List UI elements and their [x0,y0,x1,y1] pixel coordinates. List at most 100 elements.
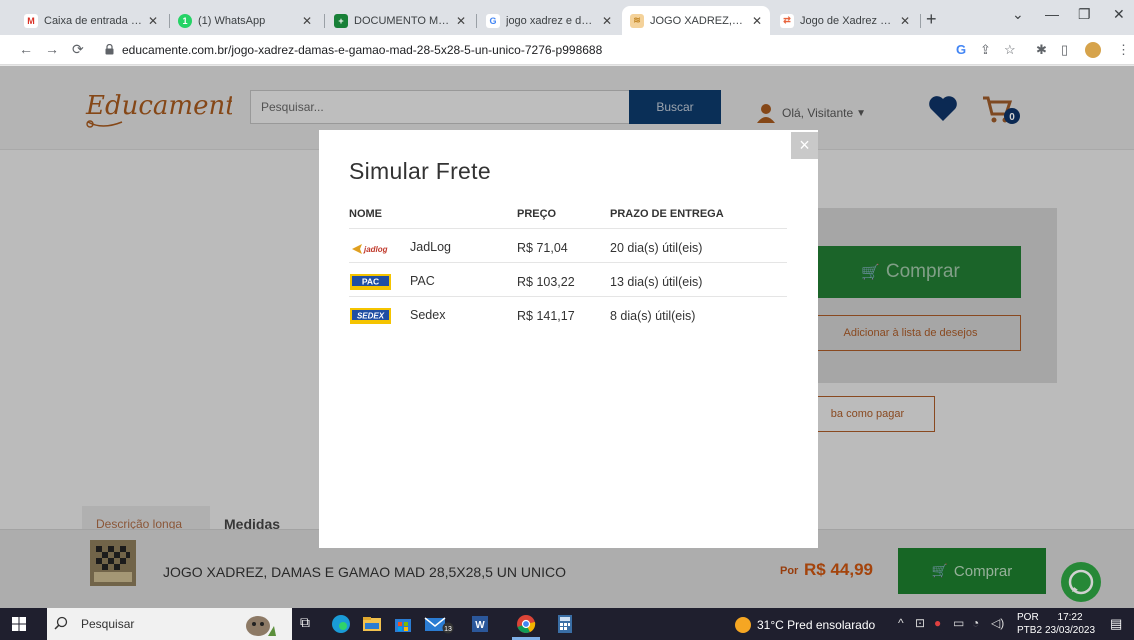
edge-icon[interactable] [331,614,351,634]
pac-logo: PAC [350,274,391,290]
weather-text: 31°C Pred ensolarado [757,618,876,632]
jadlog-logo: jadlog [350,241,391,257]
table-divider [349,262,787,263]
shipping-simulation-modal: Simular Frete NOME PREÇO PRAZO DE ENTREG… [319,130,818,548]
google-icon: G [486,13,500,28]
weather-widget[interactable]: 31°C Pred ensolarado [735,617,875,633]
tray-antivirus-icon[interactable]: ● [934,616,941,630]
carrier-name: PAC [410,274,435,288]
tab-close-icon[interactable]: ✕ [900,14,910,28]
tab-close-icon[interactable]: ✕ [602,14,612,28]
url-field[interactable]: educamente.com.br/jogo-xadrez-damas-e-ga… [122,43,602,57]
browser-menu-icon[interactable]: ⋮ [1117,42,1130,58]
weather-sun-icon [735,617,751,633]
tab-label: Caixa de entrada (3.01 [44,14,142,27]
task-view-icon[interactable]: ⧉ [300,614,320,634]
side-panel-icon[interactable]: ▯ [1061,42,1068,58]
google-lens-icon[interactable]: G [956,42,966,57]
volume-icon[interactable]: ◁) [991,616,1004,630]
chrome-icon[interactable] [516,614,536,634]
docs-plus-icon: + [334,13,348,28]
tray-app-icon[interactable]: ⊡ [915,616,925,630]
browser-tab-educamente[interactable]: ≋ JOGO XADREZ, DAMA ✕ [622,6,770,35]
mail-icon[interactable]: 13 [424,614,454,634]
browser-tab-strip: M Caixa de entrada (3.01 ✕ 1 (1) WhatsAp… [0,0,1134,35]
column-header-deadline: PRAZO DE ENTREGA [610,208,724,220]
language-indicator[interactable]: POR PTB2 [1017,611,1042,637]
share-icon[interactable]: ⇪ [980,42,991,58]
tray-chevron-up-icon[interactable]: ^ [898,616,904,630]
tab-separator [920,14,921,28]
clock-time: 17:22 [1057,612,1083,623]
modal-close-button[interactable]: × [791,132,818,159]
lock-icon[interactable] [105,44,114,55]
gmail-icon: M [24,13,38,28]
svg-text:SEDEX: SEDEX [357,312,385,321]
windows-start-icon[interactable] [12,617,26,631]
windows-taskbar: Pesquisar ⧉ 13 W 31°C Pred ensolarado ^ … [0,608,1134,640]
shipping-price: R$ 71,04 [517,241,568,255]
close-window-icon[interactable]: ✕ [1113,6,1125,23]
tab-close-icon[interactable]: ✕ [302,14,312,28]
whatsapp-icon: 1 [178,13,192,28]
tab-label: Jogo de Xadrez Dama [800,14,894,27]
clock[interactable]: 17:22 23/03/2023 [1045,611,1095,637]
new-tab-icon[interactable]: + [926,9,937,30]
minimize-icon[interactable]: — [1045,6,1059,22]
keyboard-layout: PTB2 [1017,625,1043,636]
column-header-price: PREÇO [517,208,557,220]
calculator-icon[interactable] [555,614,575,634]
word-icon[interactable]: W [470,614,490,634]
svg-text:W: W [475,620,485,631]
address-bar: ← → ⟳ educamente.com.br/jogo-xadrez-dama… [0,35,1134,65]
modal-title: Simular Frete [349,158,491,184]
mail-badge: 13 [444,626,452,633]
store-icon[interactable] [393,614,413,634]
search-highlight-icon [246,616,276,636]
sedex-logo: SEDEX [350,308,391,324]
tab-search-chevron-icon[interactable]: ⌄ [1012,6,1024,23]
file-explorer-icon[interactable] [362,614,382,634]
website-viewport: Educamente Pesquisar... Buscar Olá, Visi… [0,66,1134,608]
tab-label: JOGO XADREZ, DAMA [650,14,746,27]
delivery-deadline: 20 dia(s) útil(eis) [610,241,703,255]
tab-close-icon[interactable]: ✕ [752,14,762,28]
browser-tab-docs[interactable]: + DOCUMENTO MAPA I ✕ [326,6,474,35]
extensions-icon[interactable]: ✱ [1036,42,1047,58]
clock-date: 23/03/2023 [1045,625,1096,636]
forward-icon[interactable]: → [45,41,59,57]
language-code: POR [1017,612,1039,623]
restore-icon[interactable]: ❐ [1078,6,1091,23]
wifi-icon[interactable]: ◔ [972,616,979,630]
browser-tab-google[interactable]: G jogo xadrez e dama - ✕ [478,6,620,35]
delivery-deadline: 13 dia(s) útil(eis) [610,275,703,289]
browser-tab-whatsapp[interactable]: 1 (1) WhatsApp ✕ [170,6,320,35]
svg-text:jadlog: jadlog [363,245,388,254]
carrier-name: Sedex [410,308,446,322]
table-divider [349,228,787,229]
tab-close-icon[interactable]: ✕ [456,14,466,28]
delivery-deadline: 8 dia(s) útil(eis) [610,309,696,323]
tab-label: jogo xadrez e dama - [506,14,596,27]
carrier-name: JadLog [410,240,452,254]
tab-separator [476,14,477,28]
browser-tab-store[interactable]: ⇄ Jogo de Xadrez Dama ✕ [772,6,918,35]
tab-separator [324,14,325,28]
educamente-icon: ≋ [630,13,644,28]
bookmark-star-icon[interactable]: ☆ [1004,42,1016,58]
back-icon[interactable]: ← [19,41,33,57]
column-header-name: NOME [349,208,382,220]
browser-tab-gmail[interactable]: M Caixa de entrada (3.01 ✕ [16,6,166,35]
search-icon [54,616,68,630]
shipping-price: R$ 103,22 [517,275,575,289]
profile-avatar[interactable] [1085,42,1101,58]
tab-close-icon[interactable]: ✕ [148,14,158,28]
battery-icon[interactable]: ▭ [953,616,964,630]
tab-label: (1) WhatsApp [198,14,266,27]
notification-center-icon[interactable]: ▤ [1110,616,1122,632]
shipping-price: R$ 141,17 [517,309,575,323]
tab-label: DOCUMENTO MAPA I [354,14,450,27]
table-divider [349,296,787,297]
reload-icon[interactable]: ⟳ [72,41,84,58]
store-icon: ⇄ [780,13,794,28]
